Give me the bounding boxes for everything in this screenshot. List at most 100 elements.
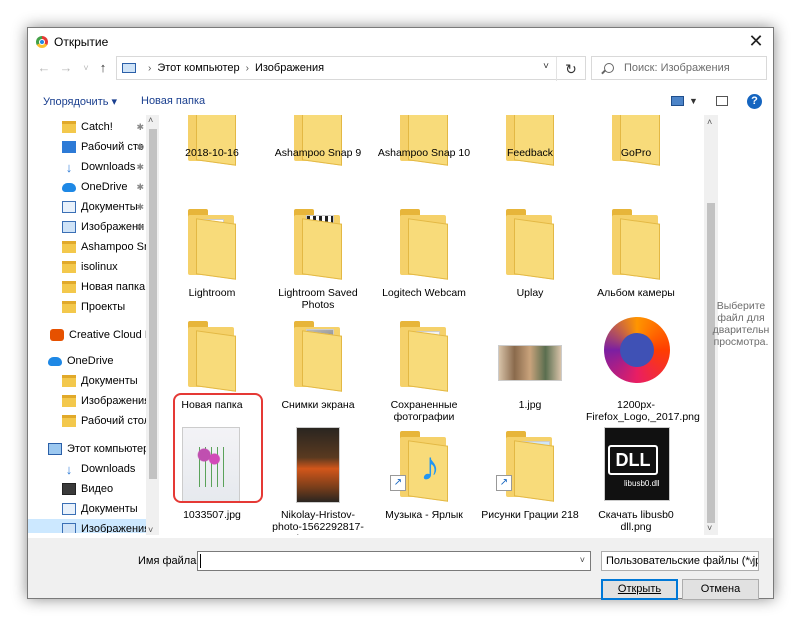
folder-item[interactable]: Logitech Webcam: [374, 199, 474, 309]
dialog-footer: Имя файла: ˅ Пользовательские файлы (*.j…: [28, 538, 773, 600]
folder-item[interactable]: Lightroom Saved Photos: [268, 199, 368, 311]
file-name-label: Снимки экрана: [281, 399, 355, 411]
chevron-down-icon[interactable]: ˅: [580, 555, 585, 565]
preview-pane-message: Выберите файл для дварительн просмотра.: [712, 300, 770, 348]
sidebar-item[interactable]: Документы ✱: [28, 197, 146, 217]
sidebar-item[interactable]: Этот компьютер: [28, 439, 149, 459]
computer-icon: [48, 443, 62, 455]
file-name-label: Logitech Webcam: [382, 287, 466, 299]
cloud-icon: [62, 182, 76, 192]
scroll-up-icon[interactable]: ˄: [148, 115, 153, 125]
folder-item[interactable]: Feedback: [480, 115, 580, 195]
file-item[interactable]: DLL libusb0.dll Скачать libusb0 dll.png: [586, 421, 686, 533]
folder-icon: [392, 317, 456, 392]
download-icon: ↓: [65, 461, 73, 477]
folder-item[interactable]: Ashampoo Snap 9: [268, 115, 368, 195]
sidebar-item[interactable]: Изображения: [28, 391, 150, 411]
image-thumbnail: [604, 317, 670, 387]
navigation-bar: ← → ˅ ↑ › Этот компьютер › Изображения ˅…: [28, 56, 773, 82]
image-thumbnail: [498, 317, 562, 387]
file-item[interactable]: 1200px-Firefox_Logo,_2017.png: [586, 311, 700, 423]
chevron-down-icon[interactable]: ˅: [543, 61, 549, 72]
scroll-down-icon[interactable]: ˅: [148, 525, 153, 535]
back-button[interactable]: ←: [36, 60, 52, 76]
sidebar-item[interactable]: ↓ Downloads ✱: [28, 157, 146, 177]
folder-item[interactable]: Lightroom: [162, 199, 262, 309]
sidebar-item[interactable]: Рабочий сто ✱: [28, 137, 146, 157]
sidebar-item[interactable]: Изображения: [28, 519, 150, 533]
file-name-label: Ashampoo Snap 9: [274, 147, 362, 159]
chrome-icon: [36, 35, 48, 48]
sidebar-item[interactable]: Документы: [28, 499, 146, 519]
address-bar[interactable]: › Этот компьютер › Изображения ˅ ↻: [116, 56, 586, 81]
folder-item[interactable]: Снимки экрана: [268, 311, 368, 421]
sidebar-item[interactable]: isolinux: [28, 257, 146, 277]
view-options-icon[interactable]: [671, 96, 684, 106]
sidebar-item[interactable]: OneDrive ✱: [28, 177, 146, 197]
folder-item[interactable]: Альбом камеры: [586, 199, 686, 309]
sidebar-item[interactable]: Видео: [28, 479, 146, 499]
folder-icon: [62, 395, 76, 407]
shortcut-item[interactable]: ↗ Рисунки Грации 218: [480, 421, 580, 531]
shortcut-folder-icon: ♪ ↗: [390, 427, 456, 502]
file-name-label: Nikolay-Hristov-photo-1562292817-58d294c…: [272, 509, 364, 535]
chevron-down-icon[interactable]: ▼: [689, 96, 698, 106]
file-name-label: Uplay: [516, 287, 544, 299]
folder-item[interactable]: GoPro: [586, 115, 686, 195]
sidebar-item[interactable]: Рабочий стол: [28, 411, 150, 431]
sidebar-item[interactable]: Изображени ✱: [28, 217, 146, 237]
file-name-label: Рисунки Грации 218: [481, 509, 579, 521]
sidebar-item[interactable]: Проекты: [28, 297, 146, 317]
pin-icon: ✱: [136, 221, 144, 232]
sidebar-item-label: Изображени: [81, 221, 145, 233]
download-icon: ↓: [65, 159, 73, 175]
new-folder-button[interactable]: Новая папка: [141, 95, 205, 107]
file-item[interactable]: Nikolay-Hristov-photo-1562292817-58d294c…: [268, 421, 368, 535]
filename-input[interactable]: ˅: [197, 551, 591, 571]
sidebar-item[interactable]: ↓ Downloads: [28, 459, 146, 479]
preview-pane-icon[interactable]: [716, 96, 728, 106]
chevron-right-icon: ›: [245, 62, 249, 74]
sidebar-item[interactable]: Creative Cloud Fil: [28, 325, 156, 345]
scrollbar-thumb[interactable]: [149, 129, 157, 479]
image-thumbnail: DLL libusb0.dll: [604, 427, 670, 501]
open-button[interactable]: Открыть: [601, 579, 678, 600]
folder-item[interactable]: Сохраненные фотографии: [374, 311, 474, 423]
recent-locations-button[interactable]: ˅: [78, 60, 94, 76]
folder-icon: [62, 281, 76, 293]
desktop-icon: [62, 141, 76, 153]
sidebar-item[interactable]: Новая папка: [28, 277, 146, 297]
search-input[interactable]: Поиск: Изображения: [591, 56, 767, 80]
sidebar-item[interactable]: Catch! ✱: [28, 117, 146, 137]
navigation-pane-scrollbar[interactable]: ˄ ˅: [146, 115, 159, 535]
scroll-down-icon[interactable]: ˅: [707, 523, 712, 533]
folder-icon: [62, 415, 76, 427]
sidebar-item[interactable]: Документы: [28, 371, 146, 391]
folder-item[interactable]: 2018-10-16: [162, 115, 262, 195]
file-item[interactable]: 1.jpg: [480, 311, 580, 421]
file-name-label: Ashampoo Snap 10: [377, 147, 471, 159]
forward-button[interactable]: →: [58, 60, 74, 76]
up-button[interactable]: ↑: [95, 60, 111, 76]
file-name-label: 1033507.jpg: [183, 509, 241, 521]
shortcut-item[interactable]: ♪ ↗ Музыка - Ярлык: [374, 421, 474, 531]
sidebar-item-label: OneDrive: [81, 181, 128, 193]
file-type-filter[interactable]: Пользовательские файлы (*.jp ˅: [601, 551, 759, 571]
breadcrumb-this-pc[interactable]: Этот компьютер: [157, 62, 239, 74]
close-button[interactable]: ✕: [745, 30, 767, 52]
dll-icon-text: DLL: [608, 445, 658, 475]
help-icon[interactable]: ?: [747, 94, 762, 109]
folder-icon: [180, 317, 244, 392]
scroll-up-icon[interactable]: ˄: [707, 117, 712, 127]
sidebar-item[interactable]: OneDrive: [28, 351, 146, 371]
folder-item[interactable]: Uplay: [480, 199, 580, 309]
folder-icon: [286, 205, 350, 280]
refresh-button[interactable]: ↻: [556, 57, 585, 81]
window-title: Открытие: [54, 34, 109, 49]
breadcrumb-pictures[interactable]: Изображения: [255, 62, 324, 74]
scrollbar-thumb[interactable]: [707, 203, 715, 523]
sidebar-item[interactable]: Ashampoo Snap: [28, 237, 159, 257]
folder-item[interactable]: Ashampoo Snap 10: [374, 115, 474, 195]
organize-button[interactable]: Упорядочить ▾: [43, 95, 117, 108]
cancel-button[interactable]: Отмена: [682, 579, 759, 600]
